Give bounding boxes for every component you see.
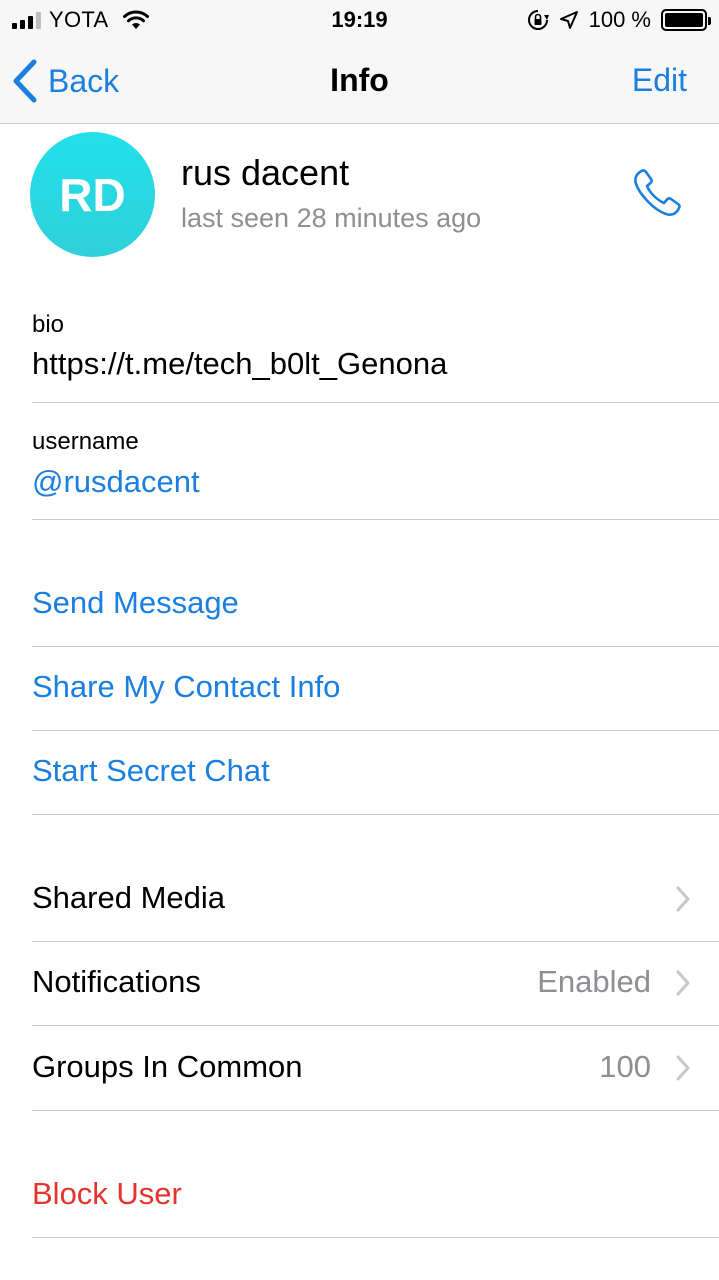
groups-in-common-value: 100 <box>599 1049 651 1084</box>
avatar-initials: RD <box>59 168 126 221</box>
divider <box>32 941 719 942</box>
divider <box>32 646 719 647</box>
divider <box>32 519 719 520</box>
battery-cap <box>708 17 711 25</box>
divider <box>32 1237 719 1238</box>
battery-percentage: 100 % <box>588 7 651 32</box>
divider <box>32 814 719 815</box>
share-contact-button[interactable]: Share My Contact Info <box>32 669 340 705</box>
divider <box>32 402 719 403</box>
phone-icon <box>634 169 681 216</box>
orientation-lock-icon <box>527 10 549 30</box>
chevron-right-icon <box>676 1055 690 1081</box>
location-arrow-icon <box>559 11 578 29</box>
call-button[interactable] <box>628 162 688 222</box>
battery-level <box>665 13 703 27</box>
start-secret-chat-button[interactable]: Start Secret Chat <box>32 753 270 789</box>
username-label: username <box>32 428 139 455</box>
profile-name: rus dacent <box>181 152 350 193</box>
groups-in-common-row[interactable]: Groups In Common <box>32 1049 303 1085</box>
edit-button[interactable]: Edit <box>632 62 687 99</box>
navigation-bar: Back Info Edit <box>0 40 719 124</box>
avatar[interactable]: RD <box>30 132 155 257</box>
divider <box>32 730 719 731</box>
status-right: 100 % <box>527 7 711 33</box>
divider <box>32 1025 719 1026</box>
back-button-label: Back <box>48 62 120 99</box>
shared-media-row[interactable]: Shared Media <box>32 880 225 916</box>
divider <box>32 1110 719 1111</box>
chevron-right-icon <box>676 886 690 912</box>
bio-value[interactable]: https://t.me/tech_b0lt_Genona <box>32 346 447 382</box>
send-message-button[interactable]: Send Message <box>32 585 239 621</box>
bio-label: bio <box>32 311 65 338</box>
notifications-row[interactable]: Notifications <box>32 964 201 1000</box>
chevron-left-icon <box>13 59 37 103</box>
status-bar: YOTA 19:19 100 % <box>0 0 719 40</box>
chevron-right-icon <box>676 970 690 996</box>
last-seen-status: last seen 28 minutes ago <box>181 203 482 233</box>
username-link[interactable]: @rusdacent <box>32 464 200 500</box>
battery-icon <box>661 9 711 31</box>
notifications-value: Enabled <box>537 964 651 999</box>
back-button[interactable]: Back <box>12 54 119 108</box>
block-user-button[interactable]: Block User <box>32 1176 182 1212</box>
